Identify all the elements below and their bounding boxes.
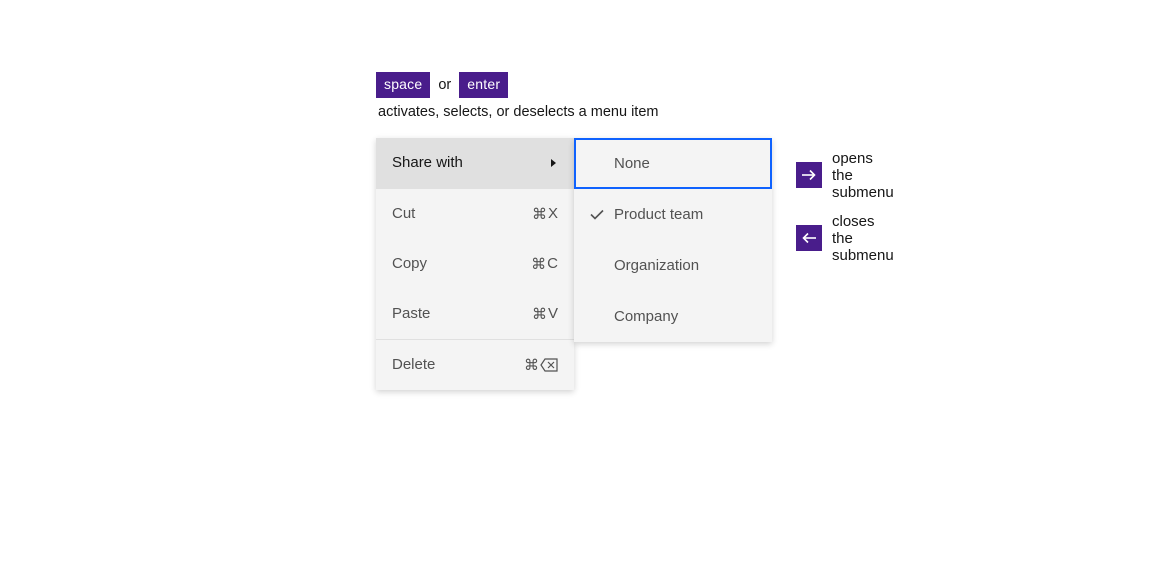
cmd-icon: ⌘ xyxy=(532,305,547,323)
shortcut: ⌘ xyxy=(524,356,558,374)
submenu-item-company[interactable]: Company xyxy=(574,291,772,342)
menu-item-share-with[interactable]: Share with xyxy=(376,138,574,188)
shortcut: ⌘C xyxy=(531,255,558,273)
menu-item-label: Paste xyxy=(392,305,430,322)
shortcut-key: X xyxy=(548,205,558,222)
backspace-icon xyxy=(540,358,558,372)
annotation-opens: opens the submenu xyxy=(796,150,894,201)
key-hint-row: space or enter xyxy=(376,72,658,98)
arrow-left-key-chip xyxy=(796,225,822,251)
annotation-label: opens the submenu xyxy=(832,150,894,201)
or-text: or xyxy=(438,77,451,93)
annotation-closes: closes the submenu xyxy=(796,213,894,264)
cmd-icon: ⌘ xyxy=(524,356,539,374)
space-key-chip: space xyxy=(376,72,430,98)
submenu: None Product team Organization Company xyxy=(574,138,772,342)
submenu-item-product-team[interactable]: Product team xyxy=(574,189,772,240)
shortcut-key: V xyxy=(548,305,558,322)
enter-key-chip: enter xyxy=(459,72,508,98)
chevron-right-icon xyxy=(551,159,556,167)
arrow-left-icon xyxy=(801,231,817,245)
menu-item-copy[interactable]: Copy ⌘C xyxy=(376,239,574,289)
submenu-item-label: Company xyxy=(614,308,678,325)
menu-item-paste[interactable]: Paste ⌘V xyxy=(376,289,574,339)
checkmark-icon xyxy=(590,209,604,220)
submenu-item-label: None xyxy=(614,155,650,172)
check-slot xyxy=(590,209,614,220)
shortcut-key: C xyxy=(547,255,558,272)
arrow-right-icon xyxy=(801,168,817,182)
submenu-item-none[interactable]: None xyxy=(574,138,772,189)
arrow-right-key-chip xyxy=(796,162,822,188)
context-menu: Share with Cut ⌘X Copy ⌘C Paste ⌘V xyxy=(376,138,574,390)
submenu-item-organization[interactable]: Organization xyxy=(574,240,772,291)
menu-item-label: Share with xyxy=(392,154,463,171)
submenu-item-label: Organization xyxy=(614,257,699,274)
menu-item-label: Delete xyxy=(392,356,435,373)
submenu-annotations: opens the submenu closes the submenu xyxy=(796,150,894,276)
shortcut: ⌘X xyxy=(532,205,558,223)
cmd-icon: ⌘ xyxy=(531,255,546,273)
menu-item-label: Copy xyxy=(392,255,427,272)
keyboard-interaction-example: space or enter activates, selects, or de… xyxy=(376,72,658,138)
menu-item-label: Cut xyxy=(392,205,415,222)
cmd-icon: ⌘ xyxy=(532,205,547,223)
submenu-item-label: Product team xyxy=(614,206,703,223)
menu-item-delete[interactable]: Delete ⌘ xyxy=(376,340,574,390)
key-hint-description: activates, selects, or deselects a menu … xyxy=(378,104,658,120)
annotation-label: closes the submenu xyxy=(832,213,894,264)
menu-item-cut[interactable]: Cut ⌘X xyxy=(376,189,574,239)
shortcut: ⌘V xyxy=(532,305,558,323)
